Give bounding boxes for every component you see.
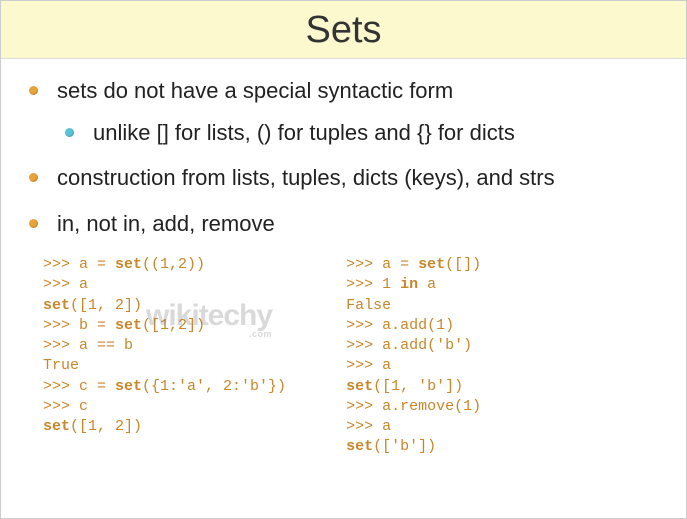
bullet-text: sets do not have a special syntactic for… xyxy=(57,78,453,103)
code-text: True xyxy=(43,357,79,374)
code-text: ([1,2]) xyxy=(142,317,205,334)
code-text: >>> 1 xyxy=(346,276,400,293)
code-block-right: >>> a = set([]) >>> 1 in a False >>> a.a… xyxy=(346,255,481,458)
code-keyword: set xyxy=(115,256,142,273)
code-keyword: set xyxy=(346,378,373,395)
code-keyword: set xyxy=(43,297,70,314)
code-text: ([1, 2]) xyxy=(70,418,142,435)
code-block-left: >>> a = set((1,2)) >>> a set([1, 2]) >>>… xyxy=(43,255,286,458)
slide-content: sets do not have a special syntactic for… xyxy=(1,59,686,468)
code-keyword: set xyxy=(115,378,142,395)
bullet-text: construction from lists, tuples, dicts (… xyxy=(57,165,555,190)
code-text: >>> a = xyxy=(43,256,115,273)
code-text: ({1:'a', 2:'b'}) xyxy=(142,378,286,395)
code-text: >>> a.add(1) xyxy=(346,317,454,334)
bullet-item: in, not in, add, remove xyxy=(43,210,656,238)
sub-bullet-list: unlike [] for lists, () for tuples and {… xyxy=(79,119,656,147)
code-text: >>> a = xyxy=(346,256,418,273)
slide-title: Sets xyxy=(1,1,686,59)
bullet-text: in, not in, add, remove xyxy=(57,211,275,236)
sub-bullet-item: unlike [] for lists, () for tuples and {… xyxy=(79,119,656,147)
code-text: >>> c = xyxy=(43,378,115,395)
code-keyword: set xyxy=(43,418,70,435)
code-text: >>> a == b xyxy=(43,337,133,354)
code-columns: >>> a = set((1,2)) >>> a set([1, 2]) >>>… xyxy=(43,255,656,458)
code-text: >>> a xyxy=(346,357,391,374)
code-keyword: set xyxy=(115,317,142,334)
code-text: >>> a.add('b') xyxy=(346,337,472,354)
code-keyword: set xyxy=(346,438,373,455)
code-keyword: in xyxy=(400,276,418,293)
code-text: >>> c xyxy=(43,398,88,415)
bullet-item: sets do not have a special syntactic for… xyxy=(43,77,656,146)
code-text: ([1, 'b']) xyxy=(373,378,463,395)
code-text: ([]) xyxy=(445,256,481,273)
bullet-list: sets do not have a special syntactic for… xyxy=(43,77,656,237)
code-text: >>> b = xyxy=(43,317,115,334)
code-keyword: set xyxy=(418,256,445,273)
code-text: ((1,2)) xyxy=(142,256,205,273)
bullet-text: unlike [] for lists, () for tuples and {… xyxy=(93,120,515,145)
code-text: >>> a xyxy=(346,418,391,435)
code-text: >>> a.remove(1) xyxy=(346,398,481,415)
code-text: a xyxy=(418,276,436,293)
bullet-item: construction from lists, tuples, dicts (… xyxy=(43,164,656,192)
code-text: ([1, 2]) xyxy=(70,297,142,314)
code-text: (['b']) xyxy=(373,438,436,455)
code-text: False xyxy=(346,297,391,314)
code-text: >>> a xyxy=(43,276,88,293)
